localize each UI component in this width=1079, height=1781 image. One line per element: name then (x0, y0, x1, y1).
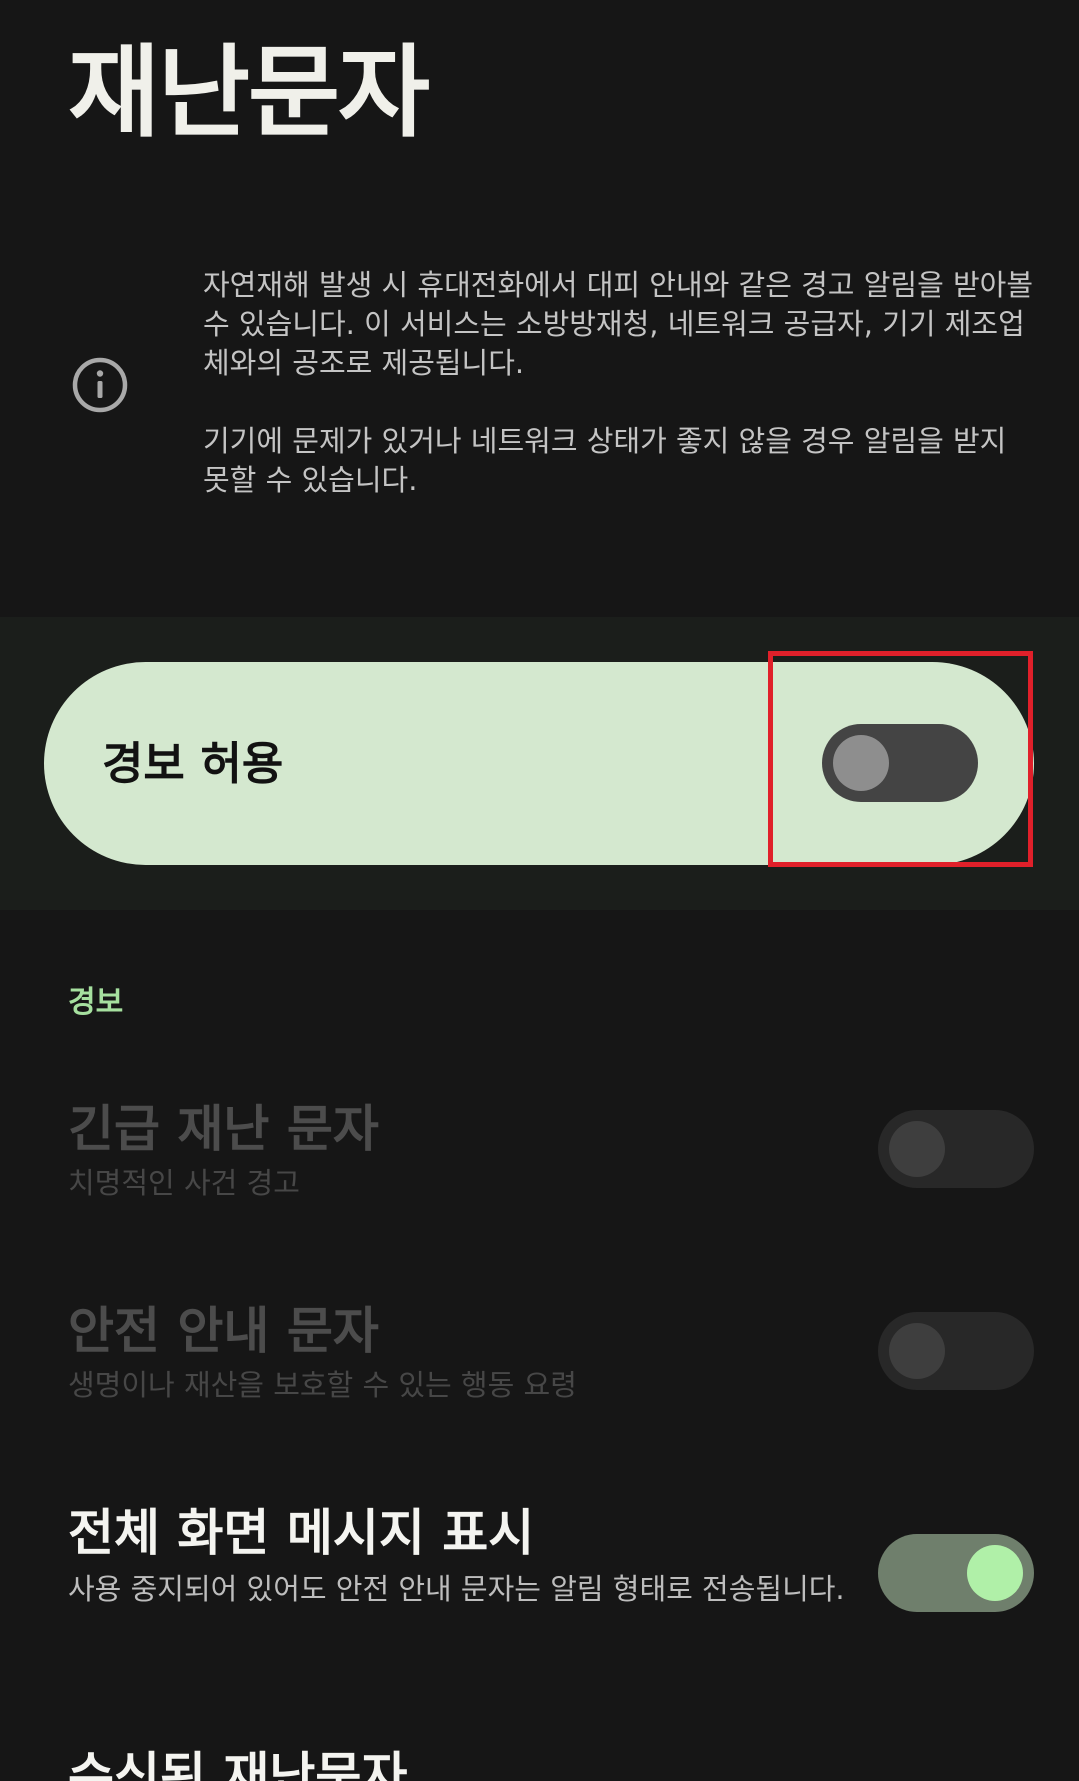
extreme-alert-switch[interactable] (878, 1110, 1034, 1188)
extreme-alert-subtitle: 치명적인 사건 경고 (68, 1166, 300, 1200)
allow-alerts-label: 경보 허용 (102, 737, 284, 790)
switch-thumb (889, 1323, 945, 1379)
emergency-alerts-screen: 재난문자 자연재해 발생 시 휴대전화에서 대피 안내와 같은 경고 알림을 받… (0, 0, 1079, 1781)
received-alerts-title[interactable]: 수신된 재난문자 (68, 1745, 407, 1781)
switch-thumb (967, 1545, 1023, 1601)
section-header-alerts: 경보 (68, 985, 124, 1020)
fullscreen-message-subtitle: 사용 중지되어 있어도 안전 안내 문자는 알림 형태로 전송됩니다. (68, 1572, 845, 1606)
info-paragraph: 자연재해 발생 시 휴대전화에서 대피 안내와 같은 경고 알림을 받아볼 수 … (203, 268, 1034, 380)
safety-alert-title: 안전 안내 문자 (68, 1302, 379, 1360)
page-title: 재난문자 (68, 34, 430, 151)
fullscreen-message-switch[interactable] (878, 1534, 1034, 1612)
info-paragraph: 기기에 문제가 있거나 네트워크 상태가 좋지 않을 경우 알림을 받지 못할 … (203, 424, 1007, 497)
highlight-annotation-box (768, 651, 1033, 867)
info-description: 자연재해 발생 시 휴대전화에서 대피 안내와 같은 경고 알림을 받아볼 수 … (203, 266, 1033, 500)
safety-alert-subtitle: 생명이나 재산을 보호할 수 있는 행동 요령 (68, 1368, 577, 1402)
switch-thumb (889, 1121, 945, 1177)
safety-alert-switch[interactable] (878, 1312, 1034, 1390)
fullscreen-message-title: 전체 화면 메시지 표시 (68, 1504, 535, 1562)
extreme-alert-title: 긴급 재난 문자 (68, 1100, 379, 1158)
info-icon (72, 357, 128, 413)
